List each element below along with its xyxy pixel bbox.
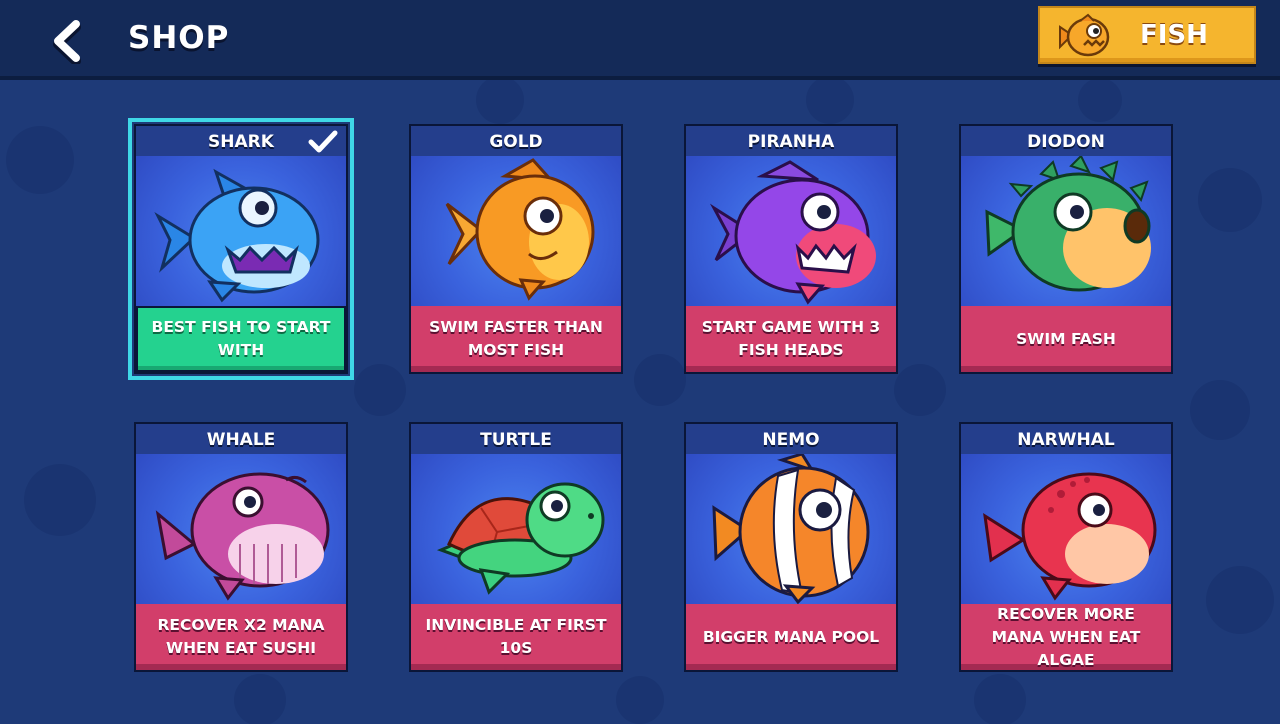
card-description-text: INVINCIBLE AT FIRST 10S xyxy=(425,616,607,657)
card-description: RECOVER X2 MANA WHEN EAT SUSHI xyxy=(136,604,346,670)
page-title: SHOP xyxy=(128,20,230,56)
card-title: TURTLE xyxy=(411,424,621,454)
card-art xyxy=(136,454,346,604)
fish-card-narwhal[interactable]: NARWHAL RECOVER MORE MANA WHEN EAT ALGAE xyxy=(959,422,1173,672)
card-title: WHALE xyxy=(136,424,346,454)
chevron-left-icon xyxy=(53,20,81,66)
card-description: START GAME WITH 3 FISH HEADS xyxy=(686,306,896,372)
card-description-text: RECOVER X2 MANA WHEN EAT SUSHI xyxy=(157,616,325,657)
card-description-text: BEST FISH TO START WITH xyxy=(151,318,331,359)
fish-card-piranha[interactable]: PIRANHA START GAME WITH 3 FISH HEADS xyxy=(684,124,898,374)
card-description: RECOVER MORE MANA WHEN EAT ALGAE xyxy=(961,604,1171,670)
card-art xyxy=(961,156,1171,306)
fish-card-turtle[interactable]: TURTLE INVINCIBLE AT FIRST 10S xyxy=(409,422,623,672)
card-description: SWIM FASH xyxy=(961,306,1171,372)
card-title: NEMO xyxy=(686,424,896,454)
narwhal-icon xyxy=(983,472,1157,601)
card-description: SWIM FASTER THAN MOST FISH xyxy=(411,306,621,372)
piranha-icon xyxy=(709,160,876,305)
card-description: BEST FISH TO START WITH xyxy=(136,306,346,372)
clownfish-icon xyxy=(712,454,870,604)
fish-currency-button[interactable]: FISH xyxy=(1038,6,1256,64)
card-art xyxy=(961,454,1171,604)
fish-card-shark[interactable]: SHARK BEST FISH TO START WITH xyxy=(128,118,354,380)
card-art xyxy=(411,156,621,306)
card-title: NARWHAL xyxy=(961,424,1171,454)
card-description-text: SWIM FASTER THAN MOST FISH xyxy=(429,318,603,359)
top-bar: SHOP FISH xyxy=(0,0,1280,80)
card-title: GOLD xyxy=(411,126,621,156)
card-art xyxy=(136,156,346,306)
card-title: DIODON xyxy=(961,126,1171,156)
piranha-icon xyxy=(1059,13,1110,57)
card-description: BIGGER MANA POOL xyxy=(686,604,896,670)
card-description-text: RECOVER MORE MANA WHEN EAT ALGAE xyxy=(991,604,1141,669)
card-art xyxy=(686,156,896,306)
card-description-text: SWIM FASH xyxy=(1016,329,1116,348)
card-art xyxy=(411,454,621,604)
checkmark-icon xyxy=(308,130,338,153)
turtle-icon xyxy=(436,482,605,595)
card-description: INVINCIBLE AT FIRST 10S xyxy=(411,604,621,670)
fish-card-nemo[interactable]: NEMO BIGGER MANA POOL xyxy=(684,422,898,672)
card-description-text: START GAME WITH 3 FISH HEADS xyxy=(701,318,881,359)
fish-card-gold[interactable]: GOLD SWIM FASTER THAN MOST FISH xyxy=(409,124,623,374)
goldfish-icon xyxy=(445,158,595,301)
shark-icon xyxy=(154,168,320,303)
fish-button-label: FISH xyxy=(1140,20,1208,50)
card-title: PIRANHA xyxy=(686,126,896,156)
fish-card-diodon[interactable]: DIODON SWIM FASH xyxy=(959,124,1173,374)
card-description-text: BIGGER MANA POOL xyxy=(702,627,880,646)
whale-icon xyxy=(155,472,330,601)
card-art xyxy=(686,454,896,604)
pufferfish-icon xyxy=(985,156,1151,292)
back-button[interactable] xyxy=(46,18,92,66)
fish-card-whale[interactable]: WHALE RECOVER X2 MANA WHEN EAT SUSHI xyxy=(134,422,348,672)
